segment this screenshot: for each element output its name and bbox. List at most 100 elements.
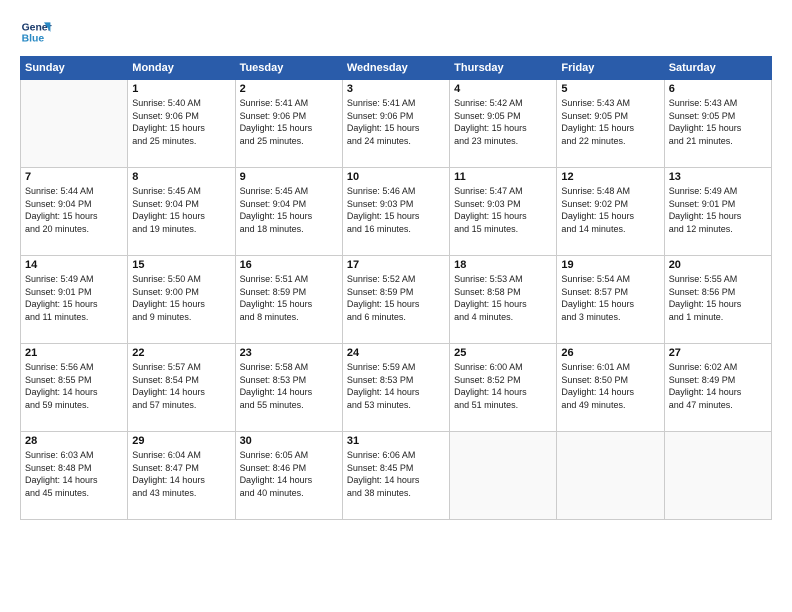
calendar-cell: 6 Sunrise: 5:43 AM Sunset: 9:05 PM Daylig…: [664, 80, 771, 168]
day-info: Sunrise: 5:59 AM Sunset: 8:53 PM Dayligh…: [347, 361, 445, 411]
calendar-cell: [450, 432, 557, 520]
calendar-week-row-3: 14 Sunrise: 5:49 AM Sunset: 9:01 PM Dayli…: [21, 256, 772, 344]
day-number: 2: [240, 83, 338, 95]
day-number: 9: [240, 171, 338, 183]
calendar-cell: 29 Sunrise: 6:04 AM Sunset: 8:47 PM Dayli…: [128, 432, 235, 520]
calendar-cell: 11 Sunrise: 5:47 AM Sunset: 9:03 PM Dayli…: [450, 168, 557, 256]
day-info: Sunrise: 6:06 AM Sunset: 8:45 PM Dayligh…: [347, 449, 445, 499]
weekday-header-row: SundayMondayTuesdayWednesdayThursdayFrid…: [21, 57, 772, 80]
day-info: Sunrise: 5:44 AM Sunset: 9:04 PM Dayligh…: [25, 185, 123, 235]
day-info: Sunrise: 5:53 AM Sunset: 8:58 PM Dayligh…: [454, 273, 552, 323]
day-number: 16: [240, 259, 338, 271]
day-number: 18: [454, 259, 552, 271]
calendar-cell: 14 Sunrise: 5:49 AM Sunset: 9:01 PM Dayli…: [21, 256, 128, 344]
day-number: 6: [669, 83, 767, 95]
weekday-header-wednesday: Wednesday: [342, 57, 449, 80]
day-number: 26: [561, 347, 659, 359]
day-number: 4: [454, 83, 552, 95]
calendar-cell: [21, 80, 128, 168]
day-info: Sunrise: 5:49 AM Sunset: 9:01 PM Dayligh…: [25, 273, 123, 323]
day-number: 22: [132, 347, 230, 359]
day-info: Sunrise: 5:43 AM Sunset: 9:05 PM Dayligh…: [669, 97, 767, 147]
day-number: 1: [132, 83, 230, 95]
day-info: Sunrise: 6:05 AM Sunset: 8:46 PM Dayligh…: [240, 449, 338, 499]
calendar-cell: 25 Sunrise: 6:00 AM Sunset: 8:52 PM Dayli…: [450, 344, 557, 432]
day-number: 29: [132, 435, 230, 447]
day-number: 13: [669, 171, 767, 183]
calendar-cell: 1Sunrise: 5:40 AM Sunset: 9:06 PM Daylig…: [128, 80, 235, 168]
day-info: Sunrise: 6:01 AM Sunset: 8:50 PM Dayligh…: [561, 361, 659, 411]
calendar-cell: 23 Sunrise: 5:58 AM Sunset: 8:53 PM Dayli…: [235, 344, 342, 432]
calendar-cell: 30 Sunrise: 6:05 AM Sunset: 8:46 PM Dayli…: [235, 432, 342, 520]
day-number: 27: [669, 347, 767, 359]
day-number: 20: [669, 259, 767, 271]
weekday-header-monday: Monday: [128, 57, 235, 80]
day-info: Sunrise: 5:54 AM Sunset: 8:57 PM Dayligh…: [561, 273, 659, 323]
day-info: Sunrise: 6:04 AM Sunset: 8:47 PM Dayligh…: [132, 449, 230, 499]
day-number: 24: [347, 347, 445, 359]
calendar-cell: [664, 432, 771, 520]
calendar-cell: 9 Sunrise: 5:45 AM Sunset: 9:04 PM Daylig…: [235, 168, 342, 256]
calendar-cell: 31 Sunrise: 6:06 AM Sunset: 8:45 PM Dayli…: [342, 432, 449, 520]
weekday-header-sunday: Sunday: [21, 57, 128, 80]
logo: General Blue: [20, 16, 52, 48]
weekday-header-thursday: Thursday: [450, 57, 557, 80]
day-number: 14: [25, 259, 123, 271]
calendar-week-row-1: 1Sunrise: 5:40 AM Sunset: 9:06 PM Daylig…: [21, 80, 772, 168]
day-info: Sunrise: 5:41 AM Sunset: 9:06 PM Dayligh…: [240, 97, 338, 147]
day-info: Sunrise: 5:58 AM Sunset: 8:53 PM Dayligh…: [240, 361, 338, 411]
day-number: 3: [347, 83, 445, 95]
day-number: 31: [347, 435, 445, 447]
day-info: Sunrise: 5:47 AM Sunset: 9:03 PM Dayligh…: [454, 185, 552, 235]
calendar-cell: 2 Sunrise: 5:41 AM Sunset: 9:06 PM Daylig…: [235, 80, 342, 168]
day-info: Sunrise: 6:03 AM Sunset: 8:48 PM Dayligh…: [25, 449, 123, 499]
day-info: Sunrise: 5:56 AM Sunset: 8:55 PM Dayligh…: [25, 361, 123, 411]
calendar-cell: 28 Sunrise: 6:03 AM Sunset: 8:48 PM Dayli…: [21, 432, 128, 520]
weekday-header-saturday: Saturday: [664, 57, 771, 80]
day-number: 10: [347, 171, 445, 183]
day-info: Sunrise: 5:55 AM Sunset: 8:56 PM Dayligh…: [669, 273, 767, 323]
day-info: Sunrise: 5:41 AM Sunset: 9:06 PM Dayligh…: [347, 97, 445, 147]
header: General Blue: [20, 16, 772, 48]
calendar-cell: 20 Sunrise: 5:55 AM Sunset: 8:56 PM Dayli…: [664, 256, 771, 344]
day-number: 15: [132, 259, 230, 271]
calendar-cell: 27Sunrise: 6:02 AM Sunset: 8:49 PM Dayli…: [664, 344, 771, 432]
calendar-week-row-2: 7 Sunrise: 5:44 AM Sunset: 9:04 PM Daylig…: [21, 168, 772, 256]
day-info: Sunrise: 5:48 AM Sunset: 9:02 PM Dayligh…: [561, 185, 659, 235]
calendar-cell: 8Sunrise: 5:45 AM Sunset: 9:04 PM Daylig…: [128, 168, 235, 256]
calendar-cell: [557, 432, 664, 520]
calendar-cell: 10 Sunrise: 5:46 AM Sunset: 9:03 PM Dayli…: [342, 168, 449, 256]
day-number: 23: [240, 347, 338, 359]
calendar-cell: 24 Sunrise: 5:59 AM Sunset: 8:53 PM Dayli…: [342, 344, 449, 432]
svg-text:Blue: Blue: [22, 34, 45, 45]
calendar-cell: 13Sunrise: 5:49 AM Sunset: 9:01 PM Dayli…: [664, 168, 771, 256]
calendar-cell: 4Sunrise: 5:42 AM Sunset: 9:05 PM Daylig…: [450, 80, 557, 168]
day-number: 28: [25, 435, 123, 447]
day-number: 7: [25, 171, 123, 183]
day-info: Sunrise: 5:51 AM Sunset: 8:59 PM Dayligh…: [240, 273, 338, 323]
day-number: 12: [561, 171, 659, 183]
day-number: 25: [454, 347, 552, 359]
calendar-cell: 5Sunrise: 5:43 AM Sunset: 9:05 PM Daylig…: [557, 80, 664, 168]
day-number: 21: [25, 347, 123, 359]
calendar-cell: 18 Sunrise: 5:53 AM Sunset: 8:58 PM Dayli…: [450, 256, 557, 344]
calendar-cell: 16 Sunrise: 5:51 AM Sunset: 8:59 PM Dayli…: [235, 256, 342, 344]
day-number: 11: [454, 171, 552, 183]
calendar-cell: 19 Sunrise: 5:54 AM Sunset: 8:57 PM Dayli…: [557, 256, 664, 344]
day-info: Sunrise: 5:45 AM Sunset: 9:04 PM Dayligh…: [240, 185, 338, 235]
day-info: Sunrise: 5:45 AM Sunset: 9:04 PM Dayligh…: [132, 185, 230, 235]
calendar-week-row-4: 21 Sunrise: 5:56 AM Sunset: 8:55 PM Dayli…: [21, 344, 772, 432]
page: General Blue SundayMondayTuesdayWednesda…: [0, 0, 792, 612]
calendar-cell: 15 Sunrise: 5:50 AM Sunset: 9:00 PM Dayli…: [128, 256, 235, 344]
day-info: Sunrise: 5:52 AM Sunset: 8:59 PM Dayligh…: [347, 273, 445, 323]
calendar-table: SundayMondayTuesdayWednesdayThursdayFrid…: [20, 56, 772, 520]
day-info: Sunrise: 6:00 AM Sunset: 8:52 PM Dayligh…: [454, 361, 552, 411]
day-info: Sunrise: 5:46 AM Sunset: 9:03 PM Dayligh…: [347, 185, 445, 235]
day-number: 17: [347, 259, 445, 271]
day-number: 19: [561, 259, 659, 271]
day-number: 30: [240, 435, 338, 447]
day-info: Sunrise: 5:50 AM Sunset: 9:00 PM Dayligh…: [132, 273, 230, 323]
logo-icon: General Blue: [20, 16, 52, 48]
calendar-cell: 21 Sunrise: 5:56 AM Sunset: 8:55 PM Dayli…: [21, 344, 128, 432]
calendar-cell: 26 Sunrise: 6:01 AM Sunset: 8:50 PM Dayli…: [557, 344, 664, 432]
